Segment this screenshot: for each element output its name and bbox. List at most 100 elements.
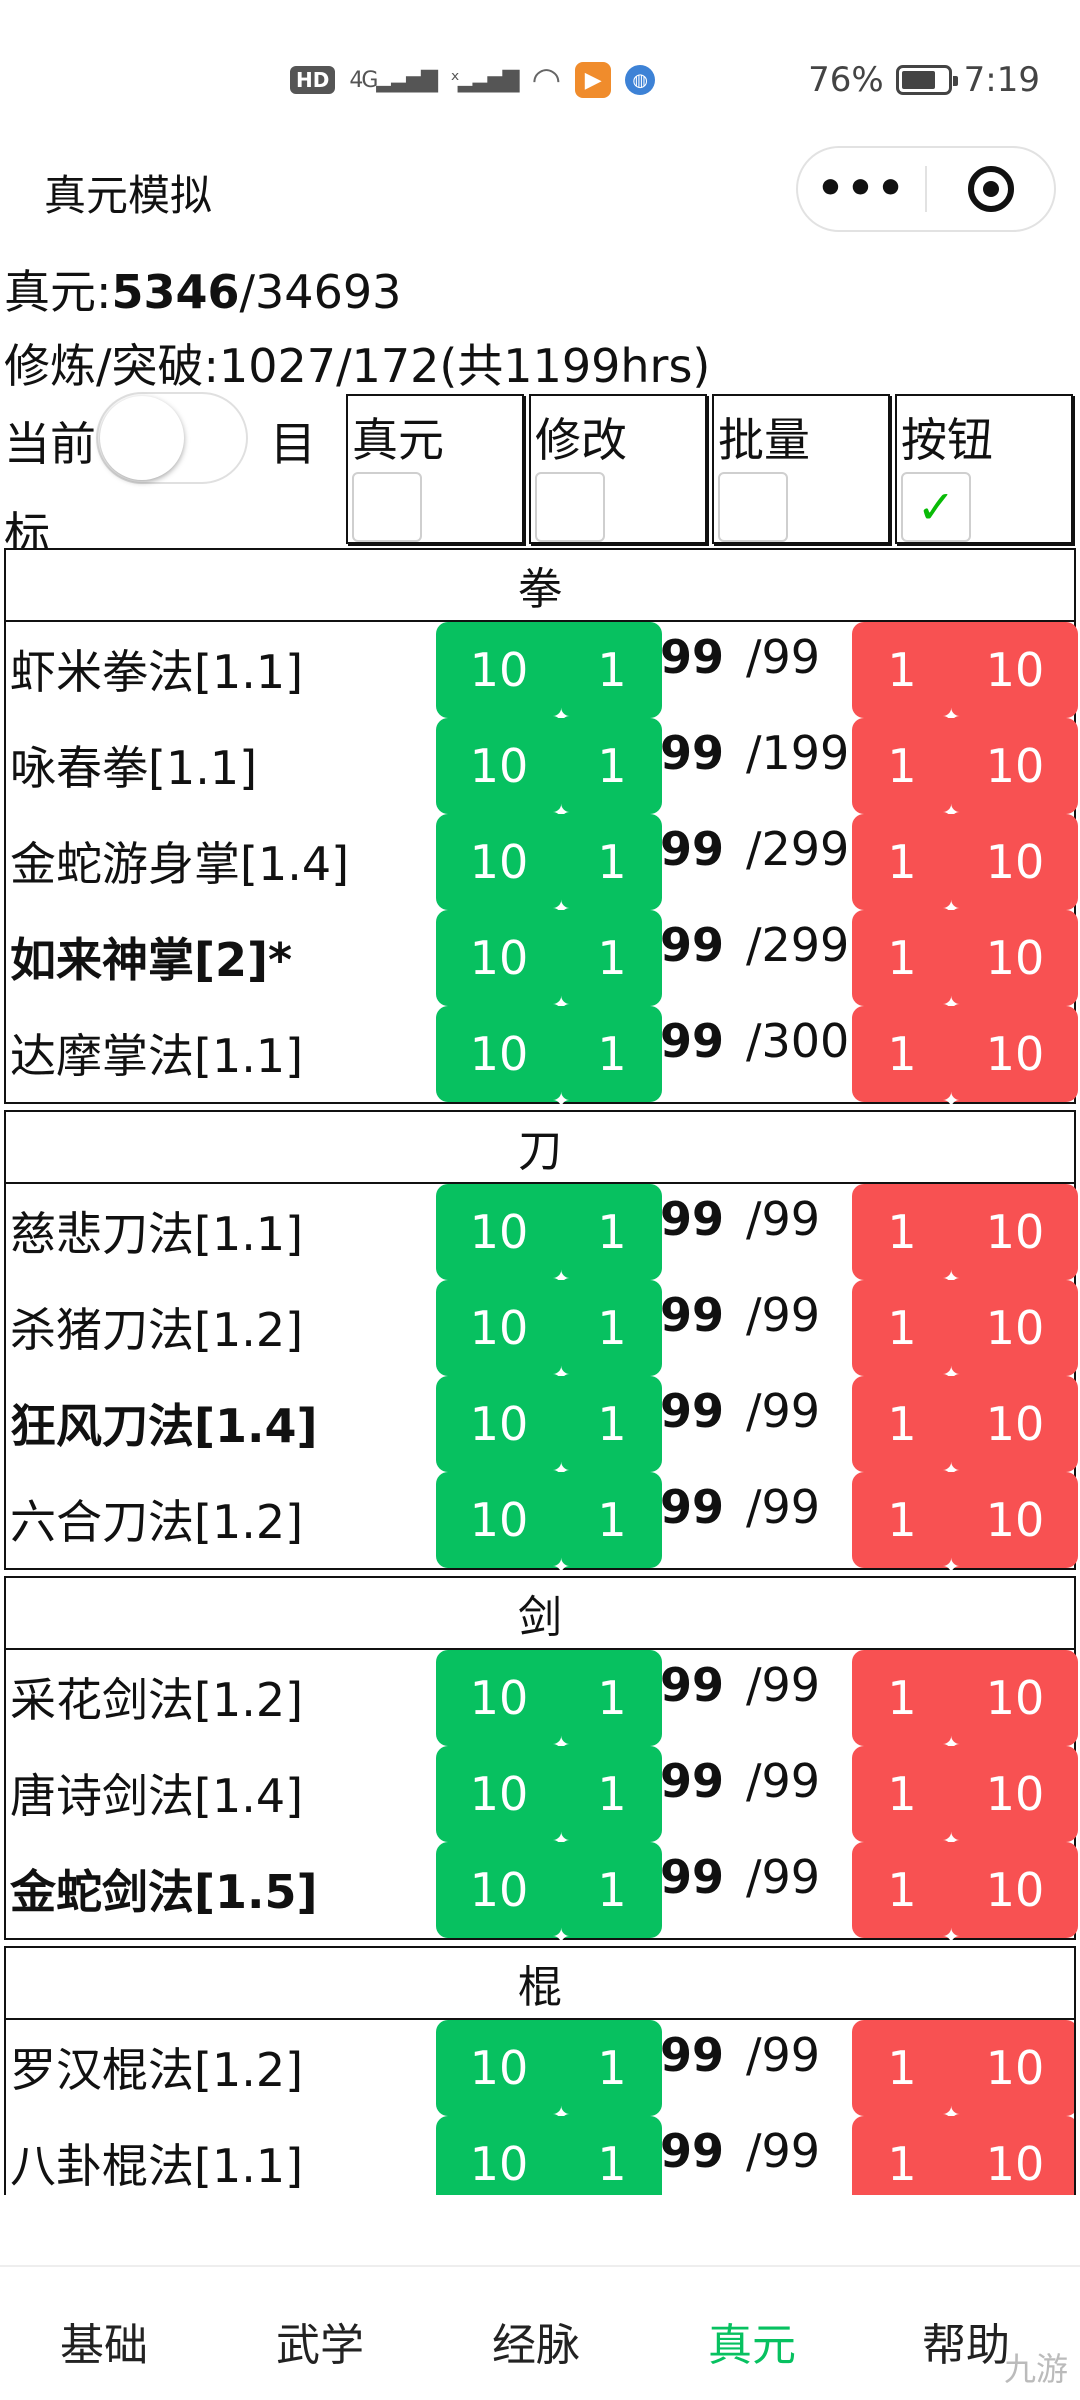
current-level: 99 [660, 1014, 725, 1068]
decrease-10-button[interactable]: 10 [952, 2116, 1074, 2195]
decrease-1-button[interactable]: 1 [852, 1006, 952, 1102]
increase-1-button[interactable]: 1 [562, 1472, 662, 1568]
decrease-10-button[interactable]: 10 [952, 910, 1078, 1006]
mode-row: 当前 目 标 真元 修改 批量 按钮 ✓ [0, 390, 1080, 561]
increase-1-button[interactable]: 1 [562, 1650, 662, 1746]
decrease-10-button[interactable]: 10 [952, 1280, 1078, 1376]
skill-row: 金蛇剑法[1.5] 10 1 99/99 1 10 ✦ ✦ [6, 1842, 1078, 1949]
increase-1-button[interactable]: 1 [562, 1184, 662, 1280]
decrease-10-button[interactable]: 10 [952, 1184, 1078, 1280]
decrease-10-button[interactable]: 10 [952, 1650, 1078, 1746]
train-values: 1027/172(共1199hrs) [219, 339, 711, 393]
decrease-1-button[interactable]: 1 [852, 2116, 952, 2195]
increase-1-button[interactable]: 1 [562, 622, 662, 718]
option-checkbox[interactable] [718, 472, 788, 542]
decrease-10-button[interactable]: 10 [952, 1376, 1078, 1472]
clock-time: 7:19 [963, 60, 1040, 100]
decrease-1-button[interactable]: 1 [852, 910, 952, 1006]
decrease-1-button[interactable]: 1 [852, 622, 952, 718]
option-checkbox[interactable]: ✓ [901, 472, 971, 542]
decrease-10-button[interactable]: 10 [952, 622, 1078, 718]
max-level: /99 [746, 1288, 821, 1342]
skill-name: 六合刀法[1.2] [10, 1495, 304, 1549]
skill-section: 拳虾米拳法[1.1]10199/99110✦✦咏春拳[1.1]10199/199… [4, 548, 1078, 1113]
increase-1-button[interactable]: 1 [562, 1746, 662, 1842]
signal-4g-icon: 4G▂▃▅▇ [349, 67, 438, 93]
close-mini-program-button[interactable] [927, 148, 1054, 230]
increase-1-button[interactable]: 1 [562, 2020, 662, 2116]
decrease-10-button[interactable]: 10 [952, 1006, 1078, 1102]
more-menu-button[interactable]: ••• [798, 148, 925, 230]
decrease-1-button[interactable]: 1 [852, 1280, 952, 1376]
increase-10-button[interactable]: 10 [436, 718, 562, 814]
nav-tab-3[interactable]: 经脉 [492, 2309, 580, 2373]
current-target-switch[interactable] [96, 392, 248, 484]
decrease-10-button[interactable]: 10 [952, 1842, 1078, 1938]
skill-row: 如来神掌[2]*10199/299110✦✦ [6, 910, 1078, 1017]
section-header: 刀 [6, 1112, 1074, 1184]
increase-10-button[interactable]: 10 [436, 1006, 562, 1102]
skill-row: 金蛇游身掌[1.4]10199/299110✦✦ [6, 814, 1078, 921]
skill-name: 八卦棍法[1.1] [10, 2139, 304, 2193]
option-checkbox[interactable] [535, 472, 605, 542]
option-label: 按钮 [901, 413, 993, 467]
decrease-10-button[interactable]: 10 [952, 1472, 1078, 1568]
current-level: 99 [660, 726, 725, 780]
target-circle-icon [967, 166, 1014, 212]
increase-1-button[interactable]: 1 [562, 718, 662, 814]
current-label: 当前 [4, 417, 96, 471]
current-level: 99 [660, 1192, 725, 1246]
max-level: /99 [746, 1754, 821, 1808]
decrease-1-button[interactable]: 1 [852, 1746, 952, 1842]
increase-10-button[interactable]: 10 [436, 1376, 562, 1472]
decrease-10-button[interactable]: 10 [952, 2020, 1074, 2116]
current-level: 99 [660, 1754, 725, 1808]
increase-10-button[interactable]: 10 [436, 2116, 562, 2195]
decrease-1-button[interactable]: 1 [852, 1184, 952, 1280]
increase-1-button[interactable]: 1 [562, 1006, 662, 1102]
increase-10-button[interactable]: 10 [436, 1280, 562, 1376]
increase-10-button[interactable]: 10 [436, 1184, 562, 1280]
increase-10-button[interactable]: 10 [436, 910, 562, 1006]
increase-1-button[interactable]: 1 [562, 2116, 662, 2195]
nav-tab-1[interactable]: 基础 [60, 2309, 148, 2373]
skill-name: 罗汉棍法[1.2] [10, 2043, 304, 2097]
skill-row: 采花剑法[1.2]10199/99110✦✦ [6, 1650, 1078, 1757]
battery-percent: 76% [808, 60, 884, 100]
increase-1-button[interactable]: 1 [562, 1842, 662, 1938]
zhenyuan-label: 真元: [4, 265, 112, 319]
skill-name: 采花剑法[1.2] [10, 1673, 304, 1727]
status-icons: HD 4G▂▃▅▇ ˣ▂▃▅▇ ◠ ▶ ◍ [290, 58, 656, 102]
max-level: /299 [746, 822, 850, 876]
zhenyuan-summary: 真元:5346/34693 [4, 256, 401, 322]
increase-1-button[interactable]: 1 [562, 910, 662, 1006]
decrease-1-button[interactable]: 1 [852, 1376, 952, 1472]
increase-1-button[interactable]: 1 [562, 814, 662, 910]
increase-10-button[interactable]: 10 [436, 1650, 562, 1746]
option-1: 真元 [346, 394, 524, 544]
increase-10-button[interactable]: 10 [436, 814, 562, 910]
nav-tab-5[interactable]: 帮助 [922, 2309, 1010, 2373]
decrease-1-button[interactable]: 1 [852, 1472, 952, 1568]
current-level: 99 [660, 1850, 725, 1904]
skill-name: 金蛇剑法[1.5] [10, 1865, 318, 1919]
option-checkbox[interactable] [352, 472, 422, 542]
decrease-10-button[interactable]: 10 [952, 718, 1078, 814]
decrease-10-button[interactable]: 10 [952, 814, 1078, 910]
increase-1-button[interactable]: 1 [562, 1376, 662, 1472]
decrease-1-button[interactable]: 1 [852, 718, 952, 814]
increase-10-button[interactable]: 10 [436, 1746, 562, 1842]
decrease-1-button[interactable]: 1 [852, 814, 952, 910]
decrease-1-button[interactable]: 1 [852, 1650, 952, 1746]
decrease-10-button[interactable]: 10 [952, 1746, 1078, 1842]
increase-10-button[interactable]: 10 [436, 622, 562, 718]
current-level: 99 [660, 918, 725, 972]
increase-10-button[interactable]: 10 [436, 1472, 562, 1568]
increase-10-button[interactable]: 10 [436, 2020, 562, 2116]
nav-tab-2[interactable]: 武学 [276, 2309, 364, 2373]
decrease-1-button[interactable]: 1 [852, 2020, 952, 2116]
nav-tab-4[interactable]: 真元 [708, 2309, 796, 2373]
decrease-1-button[interactable]: 1 [852, 1842, 952, 1938]
increase-1-button[interactable]: 1 [562, 1280, 662, 1376]
increase-10-button[interactable]: 10 [436, 1842, 562, 1938]
